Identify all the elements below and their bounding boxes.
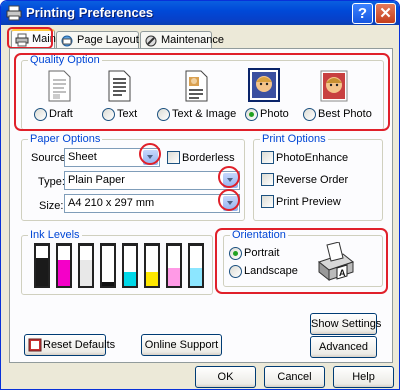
borderless-checkbox[interactable] [167, 151, 180, 164]
quality-text-image-label: Text & Image [172, 108, 237, 120]
ink-level-fill [102, 282, 114, 286]
photo-icon [248, 68, 280, 102]
print-preview-checkbox[interactable] [261, 195, 274, 208]
ink-cartridge [144, 243, 160, 288]
ink-level-fill [80, 260, 92, 286]
window-title: Printing Preferences [26, 5, 154, 20]
ink-level-fill [146, 272, 158, 286]
page-layout-icon [61, 35, 73, 47]
printer-icon [6, 5, 22, 21]
reverse-order-label: Reverse Order [276, 174, 349, 186]
ink-cartridge [100, 243, 116, 288]
quality-photo-label: Photo [260, 108, 289, 120]
text-image-doc-icon [185, 70, 208, 102]
ink-level-fill [58, 260, 70, 286]
ink-level-fill [168, 268, 180, 286]
source-select[interactable]: Sheet [64, 148, 160, 167]
quality-draft-label: Draft [49, 108, 73, 120]
ink-cartridge [122, 243, 138, 288]
type-label: Type: [38, 176, 65, 188]
advanced-button[interactable]: Advanced [310, 336, 377, 358]
paper-options-title: Paper Options [28, 133, 103, 146]
ink-level-fill [36, 258, 48, 286]
type-value: Plain Paper [68, 174, 125, 186]
text-doc-icon [108, 70, 131, 102]
title-close-button[interactable]: ✕ [375, 3, 396, 24]
quality-best-photo-radio[interactable] [303, 108, 316, 121]
ink-level-fill [124, 272, 136, 286]
quality-text-image-radio[interactable] [157, 108, 170, 121]
quality-text-radio[interactable] [102, 108, 115, 121]
maintenance-icon [145, 35, 157, 47]
draft-doc-icon [48, 70, 71, 102]
orientation-landscape-label: Landscape [244, 265, 298, 277]
print-options-title: Print Options [260, 133, 328, 146]
ok-button[interactable]: OK [195, 366, 256, 388]
ink-levels-title: Ink Levels [28, 229, 82, 242]
reset-defaults-label: Reset Defaults [43, 339, 116, 351]
size-label: Size: [39, 200, 64, 212]
photoenhance-label: PhotoEnhance [276, 152, 349, 164]
orientation-group: Orientation [223, 229, 383, 287]
reset-icon [28, 338, 42, 352]
size-value: A4 210 x 297 mm [68, 197, 155, 209]
svg-text:A: A [339, 268, 346, 278]
orientation-landscape-radio[interactable] [229, 265, 242, 278]
quality-draft-radio[interactable] [34, 108, 47, 121]
best-photo-icon [320, 70, 348, 102]
quality-text-label: Text [117, 108, 138, 120]
type-select[interactable]: Plain Paper [64, 171, 240, 190]
source-value: Sheet [68, 151, 97, 163]
ink-level-fill [190, 268, 202, 286]
printer-icon [15, 33, 29, 47]
quality-option-title: Quality Option [28, 54, 102, 67]
photoenhance-checkbox[interactable] [261, 151, 274, 164]
orientation-portrait-radio[interactable] [229, 247, 242, 260]
title-help-button[interactable]: ? [352, 3, 373, 24]
printing-preferences-window: Printing Preferences ? ✕ Main Page Layou… [0, 0, 400, 390]
chevron-down-icon[interactable] [223, 196, 238, 211]
reverse-order-checkbox[interactable] [261, 173, 274, 186]
reset-defaults-button[interactable]: Reset Defaults [24, 334, 115, 356]
tab-label: Main [32, 33, 56, 45]
print-preview-label: Print Preview [276, 196, 341, 208]
help-button[interactable]: Help [333, 366, 394, 388]
ink-cartridge [56, 243, 72, 288]
tab-label: Page Layout [77, 34, 139, 46]
cancel-button[interactable]: Cancel [264, 366, 325, 388]
size-select[interactable]: A4 210 x 297 mm [64, 194, 240, 213]
orientation-title: Orientation [230, 229, 288, 242]
tab-main[interactable]: Main [11, 29, 56, 50]
show-settings-button[interactable]: Show Settings [310, 313, 381, 335]
chevron-down-icon[interactable] [223, 173, 238, 188]
chevron-down-icon[interactable] [143, 150, 158, 165]
tab-label: Maintenance [161, 34, 224, 46]
tab-maintenance[interactable]: Maintenance [140, 31, 224, 49]
title-bar: Printing Preferences ? ✕ [1, 1, 399, 25]
ink-cartridge [34, 243, 50, 288]
orientation-portrait-label: Portrait [244, 247, 280, 259]
borderless-label: Borderless [182, 152, 235, 164]
online-support-button[interactable]: Online Support [141, 334, 222, 356]
tab-page-layout[interactable]: Page Layout [56, 31, 139, 49]
ink-cartridge [78, 243, 94, 288]
quality-photo-radio[interactable] [245, 108, 258, 121]
printer-orientation-icon: A [317, 242, 355, 282]
ink-cartridge [166, 243, 182, 288]
quality-best-photo-label: Best Photo [318, 108, 372, 120]
ink-cartridge [188, 243, 204, 288]
